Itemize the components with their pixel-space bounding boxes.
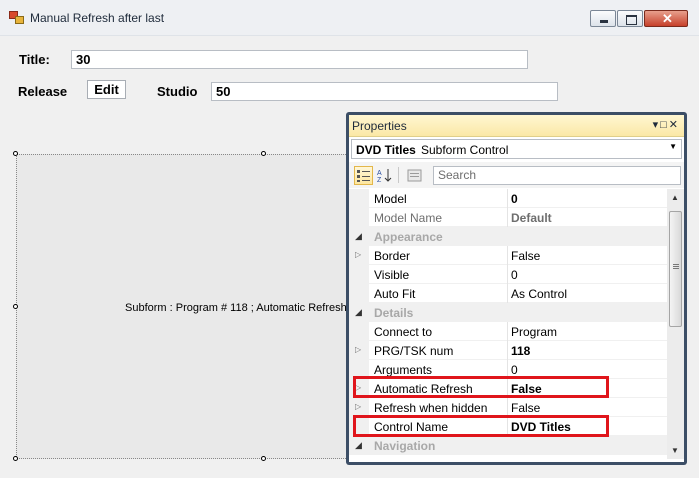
category-navigation[interactable]: ◢ Navigation xyxy=(349,436,667,455)
scroll-thumb[interactable] xyxy=(669,211,682,327)
property-name: Arguments xyxy=(374,363,433,377)
resize-handle-left[interactable] xyxy=(13,304,18,309)
column-divider xyxy=(507,265,508,284)
property-pages-button[interactable] xyxy=(405,166,424,185)
title-label: Title: xyxy=(19,52,50,67)
categorized-icon xyxy=(357,170,370,182)
property-name: Refresh when hidden xyxy=(374,401,488,415)
maximize-icon xyxy=(626,15,637,25)
object-name: DVD Titles xyxy=(356,143,416,157)
resize-handle-bottom[interactable] xyxy=(261,456,266,461)
property-name: Border xyxy=(374,249,411,263)
expand-icon[interactable]: ▷ xyxy=(355,402,361,411)
row-gutter xyxy=(349,265,369,284)
row-gutter xyxy=(349,208,369,227)
svg-text:A: A xyxy=(377,170,382,177)
column-divider xyxy=(507,246,508,265)
property-row[interactable]: Visible 0 xyxy=(349,265,667,284)
category-label: Navigation xyxy=(374,439,436,453)
collapse-icon[interactable]: ◢ xyxy=(355,440,362,451)
dropdown-icon[interactable]: ▾ xyxy=(653,119,661,131)
title-field[interactable]: 30 xyxy=(71,50,528,69)
toolbar-separator xyxy=(398,167,399,183)
minimize-button[interactable] xyxy=(590,10,616,27)
alphabetical-button[interactable]: A Z xyxy=(375,166,394,185)
resize-handle-top-left[interactable] xyxy=(13,151,18,156)
column-divider xyxy=(507,208,508,227)
row-gutter xyxy=(349,284,369,303)
window-controls: ✕ xyxy=(589,10,688,27)
property-value[interactable]: Default xyxy=(511,211,552,225)
property-row[interactable]: Model Name Default xyxy=(349,208,667,227)
chevron-down-icon: ▼ xyxy=(669,142,677,151)
scroll-up-icon[interactable]: ▲ xyxy=(671,193,679,202)
search-input[interactable]: Search xyxy=(433,166,681,185)
object-selector[interactable]: DVD Titles Subform Control ▼ xyxy=(351,139,682,159)
category-appearance[interactable]: ◢ Appearance xyxy=(349,227,667,246)
subform-caption: Subform : Program # 118 ; Automatic Refr… xyxy=(125,302,383,314)
close-button[interactable]: ✕ xyxy=(644,10,688,27)
property-name: Model xyxy=(374,192,407,206)
collapse-icon[interactable]: ◢ xyxy=(355,307,362,318)
expand-icon[interactable]: ▷ xyxy=(355,345,361,354)
svg-text:Z: Z xyxy=(377,177,382,184)
property-row[interactable]: Auto Fit As Control xyxy=(349,284,667,303)
resize-handle-top[interactable] xyxy=(261,151,266,156)
properties-panel: Properties ▾□✕ DVD Titles Subform Contro… xyxy=(346,112,687,465)
category-label: Details xyxy=(374,306,414,320)
property-value[interactable]: 0 xyxy=(511,192,518,206)
release-label: Release xyxy=(18,84,68,99)
close-icon: ✕ xyxy=(662,11,673,26)
properties-header: Properties ▾□✕ xyxy=(349,115,684,137)
close-panel-icon[interactable]: ✕ xyxy=(669,119,680,131)
scroll-down-icon[interactable]: ▼ xyxy=(671,446,679,455)
property-value[interactable]: 0 xyxy=(511,363,518,377)
studio-field[interactable]: 50 xyxy=(211,82,558,101)
property-value[interactable]: As Control xyxy=(511,287,567,301)
maximize-panel-icon[interactable]: □ xyxy=(660,119,669,131)
vertical-scrollbar[interactable]: ▲ ▼ xyxy=(667,189,684,459)
property-row[interactable]: Connect to Program xyxy=(349,322,667,341)
panel-controls: ▾□✕ xyxy=(653,118,680,131)
categorized-button[interactable] xyxy=(354,166,373,185)
app-icon xyxy=(9,11,24,24)
minimize-icon xyxy=(600,20,608,23)
properties-title: Properties xyxy=(352,119,407,133)
sort-alpha-icon: A Z xyxy=(377,169,392,184)
window-title-bar: Manual Refresh after last ✕ xyxy=(0,0,699,36)
property-pages-icon xyxy=(407,169,422,182)
window-title: Manual Refresh after last xyxy=(30,11,165,25)
studio-label: Studio xyxy=(157,84,198,99)
collapse-icon[interactable]: ◢ xyxy=(355,231,362,242)
property-value[interactable]: 118 xyxy=(511,344,530,358)
property-row[interactable]: ▷ Border False xyxy=(349,246,667,265)
column-divider xyxy=(507,284,508,303)
property-value[interactable]: Program xyxy=(511,325,557,339)
object-type: Subform Control xyxy=(421,143,509,157)
property-name: Auto Fit xyxy=(374,287,416,301)
column-divider xyxy=(507,322,508,341)
property-name: Visible xyxy=(374,268,410,282)
highlight-control-name xyxy=(353,415,609,437)
property-value[interactable]: False xyxy=(511,401,540,415)
property-row[interactable]: Model 0 xyxy=(349,189,667,208)
category-label: Appearance xyxy=(374,230,443,244)
maximize-button[interactable] xyxy=(617,10,643,27)
property-row[interactable]: ▷ PRG/TSK num 118 xyxy=(349,341,667,360)
resize-handle-bottom-left[interactable] xyxy=(13,456,18,461)
property-value[interactable]: False xyxy=(511,249,540,263)
properties-toolbar: A Z Search xyxy=(349,162,684,188)
property-name: Model Name xyxy=(374,211,443,225)
expand-icon[interactable]: ▷ xyxy=(355,250,361,259)
property-name: PRG/TSK num xyxy=(374,344,454,358)
property-name: Connect to xyxy=(374,325,433,339)
category-details[interactable]: ◢ Details xyxy=(349,303,667,322)
release-edit-button[interactable]: Edit xyxy=(87,80,126,99)
row-gutter xyxy=(349,189,369,208)
property-value[interactable]: 0 xyxy=(511,268,518,282)
highlight-automatic-refresh xyxy=(353,376,609,398)
row-gutter xyxy=(349,322,369,341)
column-divider xyxy=(507,189,508,208)
column-divider xyxy=(507,341,508,360)
